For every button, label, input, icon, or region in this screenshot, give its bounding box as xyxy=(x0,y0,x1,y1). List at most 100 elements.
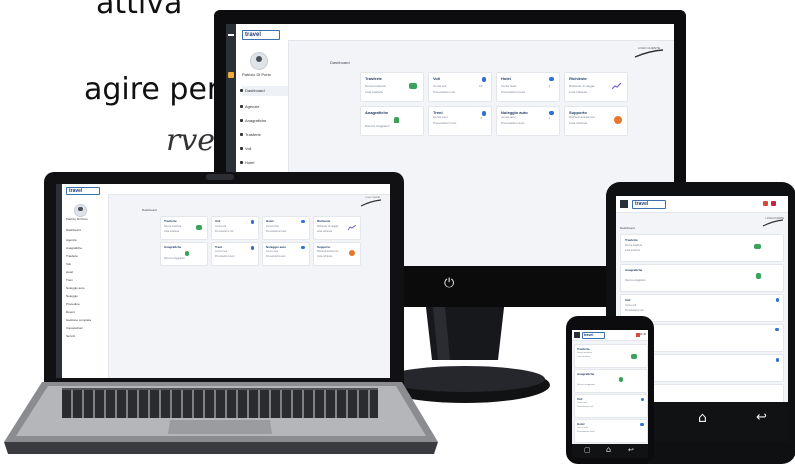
laptop-screen: travel Patrizio Di Porto Dashboard Agenz… xyxy=(56,184,390,378)
folder-icon xyxy=(754,244,761,249)
monitor-card-hotel[interactable]: Hotel Cerca hotel Prenotazioni hotel 2 xyxy=(496,72,560,102)
laptop-nav-voli[interactable]: Voli xyxy=(66,262,71,266)
background-heading-line-1: attiva xyxy=(96,0,183,21)
tablet-menu-icon[interactable] xyxy=(620,200,628,208)
monitor-card-voli[interactable]: Voli Cerca voli Prenotazioni voli 16 xyxy=(428,72,492,102)
laptop-nav-treni[interactable]: Treni xyxy=(66,278,73,282)
phone-card-trasferte[interactable]: Trasferte Nuova trasferta Lista trasfert… xyxy=(574,344,648,368)
chart-icon xyxy=(348,225,356,231)
train-icon xyxy=(482,111,486,116)
laptop-nav-impostazioni[interactable]: Impostazioni xyxy=(66,326,83,330)
monitor-nav-voli[interactable]: Voli xyxy=(240,146,251,151)
laptop-nav-dashboard[interactable]: Dashboard xyxy=(66,228,81,232)
monitor-nav-agenzie[interactable]: Agenzie xyxy=(240,104,259,109)
person-icon xyxy=(619,377,623,382)
laptop-camera xyxy=(206,174,234,180)
person-icon xyxy=(756,273,761,279)
laptop-card-treni[interactable]: Treni Cerca treni Prenotazioni treni xyxy=(211,242,259,266)
phone-card-hotel[interactable]: Hotel Cerca hotel Prenotazioni hotel xyxy=(574,419,648,443)
plane-icon xyxy=(251,220,254,224)
laptop-nav-procedure[interactable]: Procedure xyxy=(66,302,80,306)
laptop-nav-report[interactable]: Report xyxy=(66,310,75,314)
monitor-nav-hotel[interactable]: Hotel xyxy=(240,160,254,165)
monitor-topbar xyxy=(288,24,674,41)
tablet-home-icon[interactable]: ⌂ xyxy=(698,410,707,426)
chart-icon xyxy=(612,83,622,90)
laptop-sidebar: travel Patrizio Di Porto Dashboard Agenz… xyxy=(62,184,109,378)
phone-menu-icon[interactable] xyxy=(574,332,580,338)
tablet-logo: travel xyxy=(632,200,666,209)
bed-icon xyxy=(640,423,644,426)
phone-home-icon[interactable]: ⌂ xyxy=(606,445,611,454)
car-icon xyxy=(301,246,305,249)
tablet-flag-icon[interactable] xyxy=(771,201,776,206)
monitor-brand-swoosh-icon xyxy=(634,49,664,58)
monitor-card-supporto[interactable]: Supporto Richiedi assistenza Lista richi… xyxy=(564,106,628,136)
tablet-topbar: travel xyxy=(616,196,788,213)
laptop-nav-noleggio[interactable]: Noleggio xyxy=(66,294,78,298)
plane-icon xyxy=(482,77,486,82)
plane-icon xyxy=(641,398,644,401)
person-icon xyxy=(394,117,399,123)
bed-icon xyxy=(775,328,779,331)
phone-back-icon[interactable]: ↩ xyxy=(628,446,634,454)
laptop-logo: travel xyxy=(66,187,100,195)
lifebuoy-icon xyxy=(614,116,622,124)
monitor-card-anagrafiche[interactable]: Anagrafiche Ricerca viaggiatori xyxy=(360,106,424,136)
monitor-card-noleggio-auto[interactable]: Noleggio auto Cerca auto Prenotazioni au… xyxy=(496,106,560,136)
phone-card-voli[interactable]: Voli Cerca voli Prenotazioni voli xyxy=(574,394,648,418)
phone-recent-icon[interactable]: ▢ xyxy=(584,446,591,454)
phone-card-anagrafiche[interactable]: Anagrafiche Ricerca viaggiatori xyxy=(574,369,648,393)
laptop-nav-gestione[interactable]: Gestione completa xyxy=(66,318,91,322)
monitor-nav-anagrafiche[interactable]: Anagrafiche xyxy=(240,118,266,123)
bed-icon xyxy=(549,77,554,81)
laptop-card-voli[interactable]: Voli Cerca voli Prenotazioni voli xyxy=(211,216,259,240)
phone-screen: travel 11:30 Trasferte Nuova trasferta L… xyxy=(572,330,648,444)
tablet-notification-icon[interactable] xyxy=(763,201,768,206)
laptop-card-supporto[interactable]: Supporto Richiedi assistenza Lista richi… xyxy=(313,242,361,266)
laptop-nav-noleggio-auto[interactable]: Noleggio auto xyxy=(66,286,85,290)
laptop-card-hotel[interactable]: Hotel Cerca hotel Prenotazioni hotel xyxy=(262,216,310,240)
folder-icon xyxy=(631,354,637,359)
monitor-nav-dashboard[interactable]: Dashboard xyxy=(240,88,265,93)
tablet-breadcrumb: Dashboard xyxy=(620,226,635,230)
car-icon xyxy=(549,111,554,115)
monitor-card-treni[interactable]: Treni Cerca treni Prenotazioni treni 5 xyxy=(428,106,492,136)
folder-icon xyxy=(196,225,202,230)
laptop-card-trasferte[interactable]: Trasferte Nuova trasferta Lista trasfert… xyxy=(160,216,208,240)
laptop-breadcrumb: Dashboard xyxy=(142,208,157,212)
monitor-breadcrumb: Dashboard xyxy=(330,60,350,65)
monitor-avatar[interactable] xyxy=(250,52,268,70)
laptop-nav-agenzie[interactable]: Agenzie xyxy=(66,238,77,242)
monitor-user-name: Patrizio Di Porto xyxy=(242,72,271,77)
person-icon xyxy=(185,251,189,256)
monitor-nav-trasferte[interactable]: Trasferte xyxy=(240,132,261,137)
folder-icon xyxy=(409,83,417,89)
tablet-card-anagrafiche[interactable]: Anagrafiche Ricerca viaggiatori xyxy=(620,264,784,292)
tablet-brand-swoosh-icon xyxy=(762,219,784,227)
monitor-logo: travel xyxy=(242,30,280,40)
bed-icon xyxy=(301,220,305,223)
laptop-card-noleggio-auto[interactable]: Noleggio auto Cerca auto Prenotazioni au… xyxy=(262,242,310,266)
laptop-nav-hotel[interactable]: Hotel xyxy=(66,270,73,274)
laptop-user-name: Patrizio Di Porto xyxy=(66,217,88,221)
plane-icon xyxy=(776,298,779,302)
laptop-card-richieste[interactable]: Richieste Richieste di viaggio Lista ric… xyxy=(313,216,361,240)
laptop-avatar[interactable] xyxy=(74,204,87,217)
train-icon xyxy=(776,358,779,362)
monitor-card-richieste[interactable]: Richieste Richieste di viaggio Lista ric… xyxy=(564,72,628,102)
laptop-nav-trasferte[interactable]: Trasferte xyxy=(66,254,78,258)
tablet-back-icon[interactable]: ↩ xyxy=(756,410,767,425)
laptop-card-anagrafiche[interactable]: Anagrafiche Ricerca viaggiatori xyxy=(160,242,208,266)
tablet-card-trasferte[interactable]: Trasferte Nuova trasferta Lista trasfert… xyxy=(620,234,784,262)
monitor-power-button[interactable]: ⏻ xyxy=(444,276,454,291)
laptop-topbar xyxy=(108,184,390,195)
laptop-nav-anagrafiche[interactable]: Anagrafiche xyxy=(66,246,82,250)
monitor-card-trasferte[interactable]: Trasferte Nuova trasferta Lista trasfert… xyxy=(360,72,424,102)
phone-logo: travel xyxy=(582,332,605,339)
laptop-brand-swoosh-icon xyxy=(360,199,382,207)
laptop-keyboard[interactable] xyxy=(62,388,378,418)
train-icon xyxy=(251,246,254,250)
phone-topbar: travel 11:30 xyxy=(572,330,648,341)
laptop-nav-servizi[interactable]: Servizi xyxy=(66,334,75,338)
